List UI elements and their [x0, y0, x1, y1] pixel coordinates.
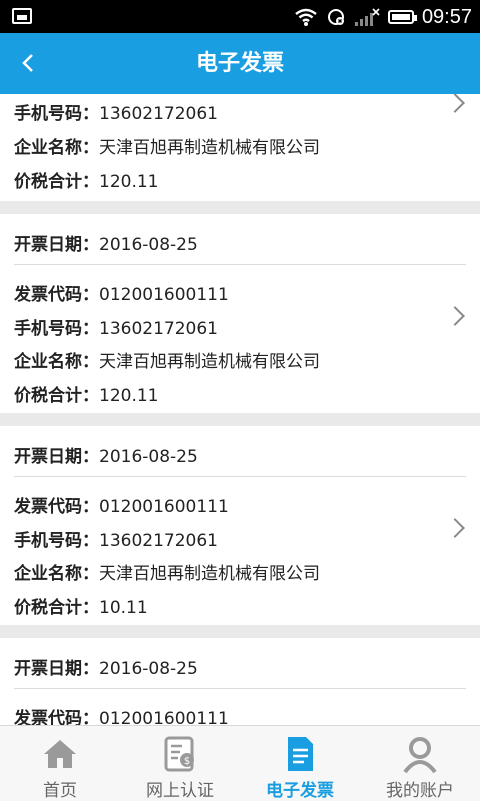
code-value: 012001600111 [99, 709, 229, 725]
invoice-document-icon [288, 737, 313, 771]
divider [14, 264, 466, 265]
date-value: 2016-08-25 [99, 235, 198, 255]
chevron-right-icon [445, 518, 465, 538]
company-row: 企业名称：天津百旭再制造机械有限公司 [14, 559, 320, 584]
company-row: 企业名称：天津百旭再制造机械有限公司 [14, 133, 320, 158]
tab-my-account[interactable]: 我的账户 [360, 726, 480, 801]
phone-row: 手机号码：13602172061 [14, 526, 218, 551]
company-label: 企业名称： [14, 564, 99, 584]
date-label: 开票日期： [14, 447, 99, 467]
total-value: 120.11 [99, 386, 159, 406]
phone-value: 13602172061 [99, 319, 218, 339]
phone-value: 13602172061 [99, 104, 218, 124]
total-label: 价税合计： [14, 172, 99, 192]
invoice-list[interactable]: 手机号码：13602172061 企业名称：天津百旭再制造机械有限公司 价税合计… [0, 94, 480, 725]
invoice-card[interactable]: 开票日期：2016-08-25 发票代码：012001600111 [0, 638, 480, 725]
date-row: 开票日期：2016-08-25 [14, 654, 198, 679]
tab-label: 网上认证 [146, 781, 214, 801]
phone-row: 手机号码：13602172061 [14, 314, 218, 339]
company-value: 天津百旭再制造机械有限公司 [99, 352, 320, 372]
company-row: 企业名称：天津百旭再制造机械有限公司 [14, 347, 320, 372]
certificate-icon: $ [164, 736, 194, 772]
total-row: 价税合计：10.11 [14, 593, 148, 618]
company-label: 企业名称： [14, 352, 99, 372]
wifi-icon [295, 8, 317, 26]
app-header: 电子发票 [0, 33, 480, 94]
phone-row: 手机号码：13602172061 [14, 99, 218, 124]
status-icons: 09:57 [294, 4, 472, 30]
date-value: 2016-08-25 [99, 447, 198, 467]
total-label: 价税合计： [14, 386, 99, 406]
phone-label: 手机号码： [14, 531, 99, 551]
chevron-right-icon [445, 306, 465, 326]
code-row: 发票代码：012001600111 [14, 280, 229, 305]
date-label: 开票日期： [14, 659, 99, 679]
phone-label: 手机号码： [14, 104, 99, 124]
invoice-card[interactable]: 手机号码：13602172061 企业名称：天津百旭再制造机械有限公司 价税合计… [0, 94, 480, 201]
divider [14, 476, 466, 477]
account-person-icon [403, 737, 437, 774]
code-label: 发票代码： [14, 709, 99, 725]
signal-no-service-icon [354, 8, 380, 26]
total-label: 价税合计： [14, 598, 99, 618]
total-row: 价税合计：120.11 [14, 381, 158, 406]
company-label: 企业名称： [14, 138, 99, 158]
code-value: 012001600111 [99, 285, 229, 305]
image-notification-icon [12, 8, 32, 24]
date-value: 2016-08-25 [99, 659, 198, 679]
tab-online-certification[interactable]: $ 网上认证 [120, 726, 240, 801]
total-value: 10.11 [99, 598, 148, 618]
code-row: 发票代码：012001600111 [14, 704, 229, 725]
total-value: 120.11 [99, 172, 159, 192]
date-row: 开票日期：2016-08-25 [14, 442, 198, 467]
total-row: 价税合计：120.11 [14, 167, 158, 192]
phone-label: 手机号码： [14, 319, 99, 339]
code-value: 012001600111 [99, 497, 229, 517]
page-title: 电子发票 [195, 51, 284, 76]
invoice-card[interactable]: 开票日期：2016-08-25 发票代码：012001600111 手机号码：1… [0, 426, 480, 625]
alarm-off-icon [327, 9, 344, 25]
code-row: 发票代码：012001600111 [14, 492, 229, 517]
invoice-card[interactable]: 开票日期：2016-08-25 发票代码：012001600111 手机号码：1… [0, 214, 480, 413]
clock: 09:57 [421, 5, 472, 28]
tab-e-invoice[interactable]: 电子发票 [240, 726, 360, 801]
code-label: 发票代码： [14, 285, 99, 305]
status-bar: 09:57 [0, 0, 480, 33]
tab-label: 首页 [43, 781, 77, 801]
tab-home[interactable]: 首页 [0, 726, 120, 801]
tab-label: 我的账户 [386, 781, 454, 801]
svg-text:$: $ [184, 756, 190, 767]
chevron-right-icon [445, 94, 465, 113]
date-row: 开票日期：2016-08-25 [14, 230, 198, 255]
company-value: 天津百旭再制造机械有限公司 [99, 138, 320, 158]
battery-icon [387, 10, 417, 24]
tab-label: 电子发票 [266, 781, 334, 801]
bottom-tab-bar: 首页 $ 网上认证 电子发票 我的账户 [0, 725, 480, 801]
divider [14, 688, 466, 689]
date-label: 开票日期： [14, 235, 99, 255]
code-label: 发票代码： [14, 497, 99, 517]
phone-value: 13602172061 [99, 531, 218, 551]
company-value: 天津百旭再制造机械有限公司 [99, 564, 320, 584]
home-icon [44, 740, 76, 768]
